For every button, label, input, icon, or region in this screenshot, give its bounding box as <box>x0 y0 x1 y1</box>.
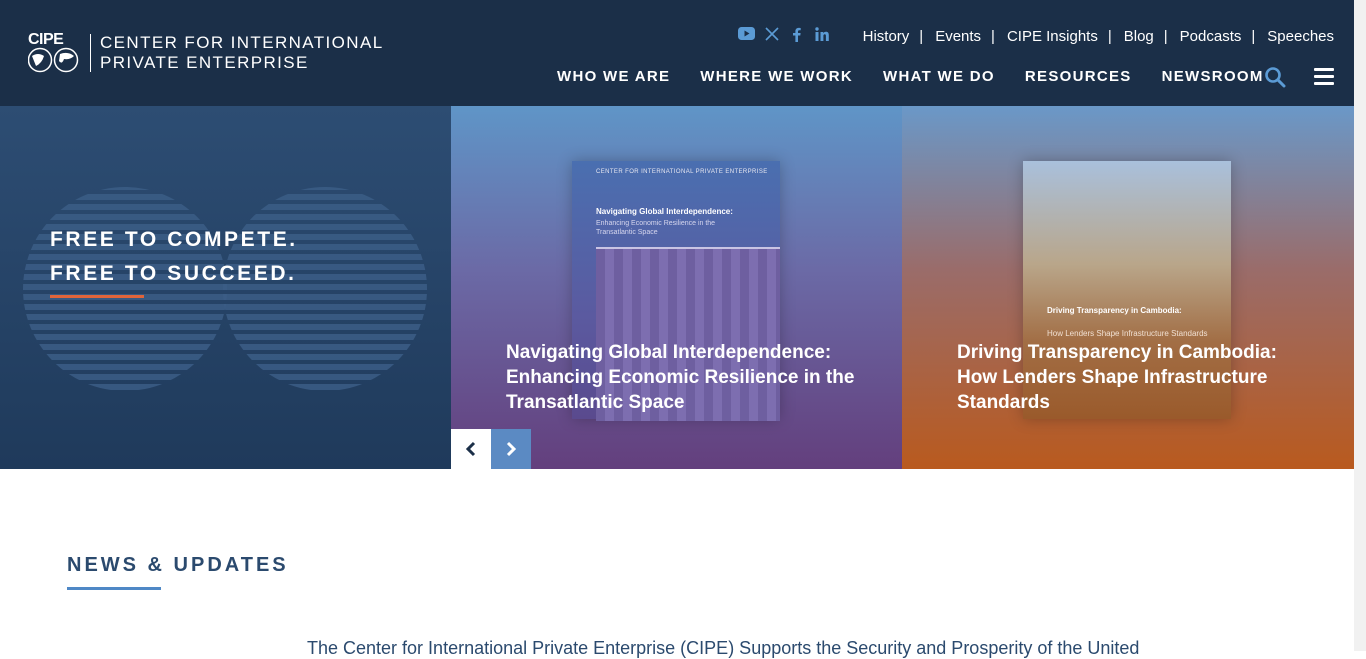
cipe-logo[interactable]: CIPE CENTER FOR INTERNATIONAL PRIVATE EN… <box>28 31 384 73</box>
utility-link-podcasts[interactable]: Podcasts <box>1180 28 1242 45</box>
logo-divider <box>90 34 91 72</box>
news-item-title[interactable]: The Center for International Private Ent… <box>307 638 1139 659</box>
nav-resources[interactable]: RESOURCES <box>1025 68 1132 85</box>
carousel-slide-2[interactable]: Driving Transparency in Cambodia: How Le… <box>902 106 1354 469</box>
logo-line-2: PRIVATE ENTERPRISE <box>100 53 309 72</box>
globe-icon <box>28 47 79 73</box>
logo-text: CENTER FOR INTERNATIONAL PRIVATE ENTERPR… <box>100 33 384 73</box>
hero-carousel: FREE TO COMPETE. FREE TO SUCCEED. CENTER… <box>0 106 1354 469</box>
nav-who-we-are[interactable]: WHO WE ARE <box>557 68 670 85</box>
nav-what-we-do[interactable]: WHAT WE DO <box>883 68 995 85</box>
utility-link-history[interactable]: History <box>863 28 910 45</box>
carousel-prev-button[interactable] <box>451 429 491 469</box>
cover-subtitle: How Lenders Shape Infrastructure Standar… <box>1047 329 1208 338</box>
cipe-logo-mark: CIPE <box>28 31 82 73</box>
utility-nav: History | Events | CIPE Insights | Blog … <box>862 28 1334 45</box>
facebook-icon[interactable] <box>784 27 809 45</box>
carousel-slide-1[interactable]: CENTER FOR INTERNATIONAL PRIVATE ENTERPR… <box>451 106 902 469</box>
news-heading-underline <box>67 587 161 590</box>
x-icon[interactable] <box>759 27 784 45</box>
cover-subtitle: Enhancing Economic Resilience in the Tra… <box>596 220 716 236</box>
main-nav: WHO WE ARE WHERE WE WORK WHAT WE DO RESO… <box>557 68 1264 85</box>
hero-tagline-panel: FREE TO COMPETE. FREE TO SUCCEED. <box>0 106 451 469</box>
search-icon[interactable] <box>1264 66 1286 88</box>
tagline-line-2: FREE TO SUCCEED. <box>50 262 297 285</box>
chevron-right-icon <box>506 441 517 457</box>
hero-tagline: FREE TO COMPETE. FREE TO SUCCEED. <box>50 223 298 298</box>
chevron-left-icon <box>465 441 476 457</box>
news-section-heading: NEWS & UPDATES <box>67 554 289 576</box>
tagline-accent-bar <box>50 295 144 298</box>
logo-line-1: CENTER FOR INTERNATIONAL <box>100 33 384 52</box>
slide-title[interactable]: Navigating Global Interdependence: Enhan… <box>506 340 866 415</box>
utility-link-cipe-insights[interactable]: CIPE Insights <box>1007 28 1098 45</box>
cover-org-name: CENTER FOR INTERNATIONAL PRIVATE ENTERPR… <box>596 169 768 175</box>
youtube-icon[interactable] <box>734 27 759 45</box>
social-links <box>734 27 834 45</box>
cover-title: Driving Transparency in Cambodia: <box>1047 306 1182 315</box>
nav-newsroom[interactable]: NEWSROOM <box>1162 68 1264 85</box>
slide-title[interactable]: Driving Transparency in Cambodia: How Le… <box>957 340 1317 415</box>
utility-link-speeches[interactable]: Speeches <box>1267 28 1334 45</box>
page-scrollbar[interactable] <box>1354 0 1366 651</box>
cover-title: Navigating Global Interdependence: <box>596 207 733 216</box>
utility-link-blog[interactable]: Blog <box>1124 28 1154 45</box>
utility-link-events[interactable]: Events <box>935 28 981 45</box>
tagline-line-1: FREE TO COMPETE. <box>50 228 298 251</box>
site-header: CIPE CENTER FOR INTERNATIONAL PRIVATE EN… <box>0 0 1354 106</box>
hamburger-menu-icon[interactable] <box>1314 68 1334 86</box>
nav-where-we-work[interactable]: WHERE WE WORK <box>700 68 853 85</box>
linkedin-icon[interactable] <box>809 27 834 45</box>
carousel-next-button[interactable] <box>491 429 531 469</box>
